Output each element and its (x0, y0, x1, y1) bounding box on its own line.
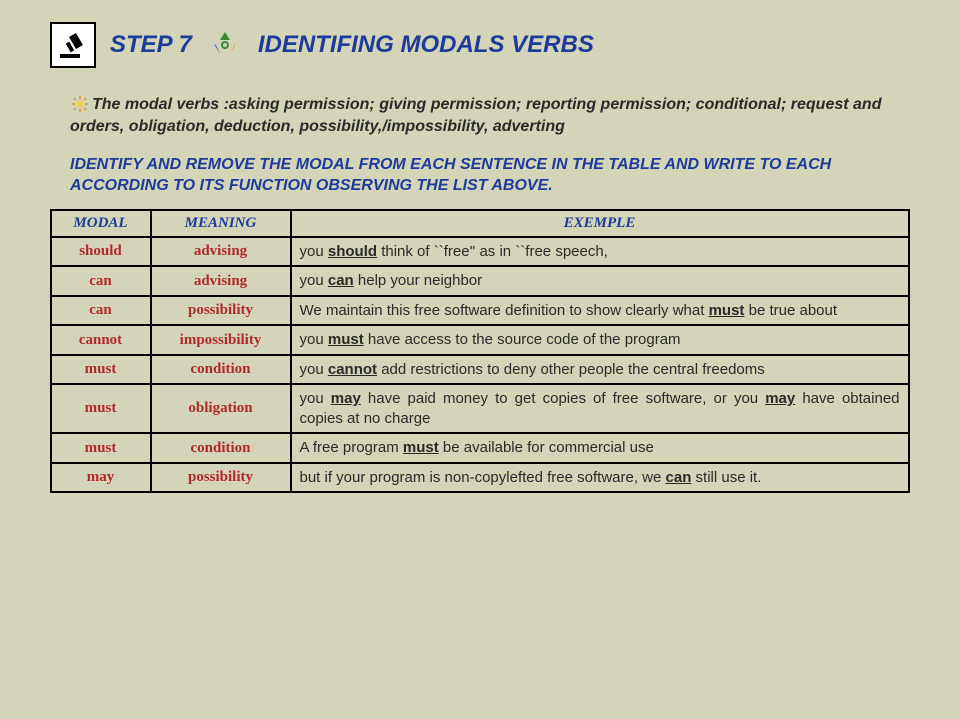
keyword: can (328, 272, 354, 289)
instruction-text: IDENTIFY AND REMOVE THE MODAL FROM EACH … (0, 137, 959, 209)
cell-example: you must have access to the source code … (291, 325, 909, 355)
cell-example: you may have paid money to get copies of… (291, 384, 909, 433)
modals-table: MODAL MEANING EXEMPLE shouldadvisingyou … (50, 209, 910, 494)
cell-example: you cannot add restrictions to deny othe… (291, 355, 909, 385)
intro-text: The modal verbs :asking permission; givi… (70, 96, 881, 135)
cell-meaning: advising (151, 266, 291, 296)
cell-meaning: condition (151, 433, 291, 463)
keyword: must (328, 331, 364, 348)
header-meaning: MEANING (151, 210, 291, 237)
gavel-icon (50, 22, 96, 68)
intro-paragraph: The modal verbs :asking permission; givi… (0, 68, 959, 137)
cell-modal: must (51, 355, 151, 385)
keyword: cannot (328, 361, 377, 378)
page-title: IDENTIFING MODALS VERBS (258, 31, 594, 59)
cell-example: but if your program is non-copylefted fr… (291, 463, 909, 493)
cell-modal: must (51, 384, 151, 433)
cell-example: A free program must be available for com… (291, 433, 909, 463)
header-modal: MODAL (51, 210, 151, 237)
cell-modal: can (51, 296, 151, 326)
table-row: cannotimpossibilityyou must have access … (51, 325, 909, 355)
cell-meaning: advising (151, 237, 291, 267)
keyword: must (403, 439, 439, 456)
table-row: mustconditionyou cannot add restrictions… (51, 355, 909, 385)
keyword: may (765, 390, 795, 407)
cell-modal: cannot (51, 325, 151, 355)
cell-modal: must (51, 433, 151, 463)
cell-modal: should (51, 237, 151, 267)
cell-modal: can (51, 266, 151, 296)
cell-modal: may (51, 463, 151, 493)
table-row: mustconditionA free program must be avai… (51, 433, 909, 463)
table-row: maypossibilitybut if your program is non… (51, 463, 909, 493)
recycle-icon (206, 26, 244, 64)
keyword: may (331, 390, 361, 407)
table-row: mustobligationyou may have paid money to… (51, 384, 909, 433)
cell-meaning: condition (151, 355, 291, 385)
keyword: can (666, 469, 692, 486)
table-row: canadvisingyou can help your neighbor (51, 266, 909, 296)
header-example: EXEMPLE (291, 210, 909, 237)
keyword: must (709, 302, 745, 319)
header-row: STEP 7 IDENTIFING MODALS VERBS (0, 0, 959, 68)
cell-meaning: obligation (151, 384, 291, 433)
table-header-row: MODAL MEANING EXEMPLE (51, 210, 909, 237)
cell-meaning: possibility (151, 463, 291, 493)
table-row: canpossibilityWe maintain this free soft… (51, 296, 909, 326)
cell-example: you should think of ``free'' as in ``fre… (291, 237, 909, 267)
cell-meaning: impossibility (151, 325, 291, 355)
step-label: STEP 7 (110, 31, 192, 59)
table-row: shouldadvisingyou should think of ``free… (51, 237, 909, 267)
cell-meaning: possibility (151, 296, 291, 326)
cell-example: We maintain this free software definitio… (291, 296, 909, 326)
sun-icon (70, 95, 90, 115)
cell-example: you can help your neighbor (291, 266, 909, 296)
keyword: should (328, 243, 377, 260)
